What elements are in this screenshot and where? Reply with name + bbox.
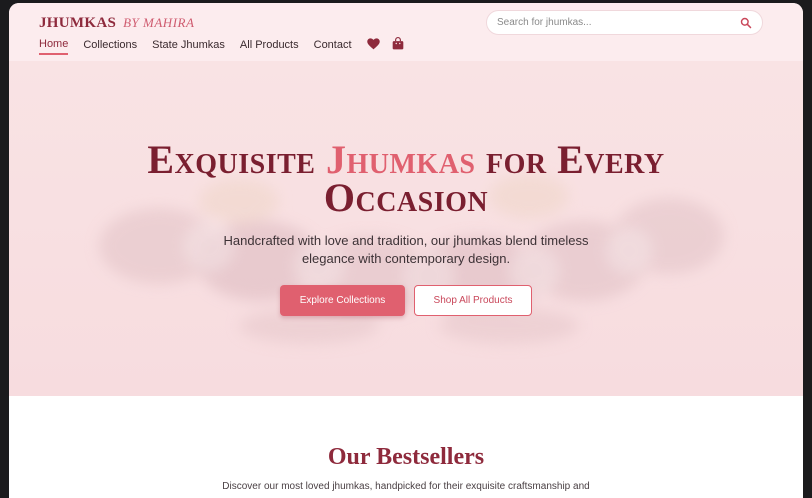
nav-all-products[interactable]: All Products <box>240 39 299 54</box>
hero-background-image <box>9 61 803 396</box>
browser-page: JHUMKAS BY MAHIRA Home Collections State… <box>9 3 803 498</box>
hero-section: Exquisite Jhumkas for Every Occasion Han… <box>9 61 803 396</box>
nav-contact[interactable]: Contact <box>314 39 352 54</box>
hero-title-part2: for Every <box>475 137 665 182</box>
search-bar <box>486 10 763 35</box>
nav-collections[interactable]: Collections <box>83 39 137 54</box>
search-input[interactable] <box>497 17 740 28</box>
explore-collections-button[interactable]: Explore Collections <box>280 285 405 316</box>
bestsellers-subtitle: Discover our most loved jhumkas, handpic… <box>222 481 590 492</box>
main-nav: Home Collections State Jhumkas All Produ… <box>39 37 416 55</box>
hero-subtitle: Handcrafted with love and tradition, our… <box>223 233 589 266</box>
logo-byline: BY MAHIRA <box>123 15 195 30</box>
nav-state-jhumkas[interactable]: State Jhumkas <box>152 39 225 54</box>
site-header: JHUMKAS BY MAHIRA Home Collections State… <box>9 3 803 61</box>
hero-title-line2: Occasion <box>323 175 489 220</box>
shop-all-products-button[interactable]: Shop All Products <box>414 285 532 316</box>
bag-icon[interactable] <box>392 37 404 55</box>
site-logo[interactable]: JHUMKAS BY MAHIRA <box>39 14 194 32</box>
logo-brand: JHUMKAS <box>39 15 117 31</box>
heart-icon[interactable] <box>366 37 380 55</box>
search-icon[interactable] <box>740 17 752 29</box>
bestsellers-title: Our Bestsellers <box>327 444 485 470</box>
hero-title-part1: Exquisite <box>147 137 326 182</box>
hero-title: Exquisite Jhumkas for Every Occasion <box>9 140 803 220</box>
nav-home[interactable]: Home <box>39 38 69 55</box>
